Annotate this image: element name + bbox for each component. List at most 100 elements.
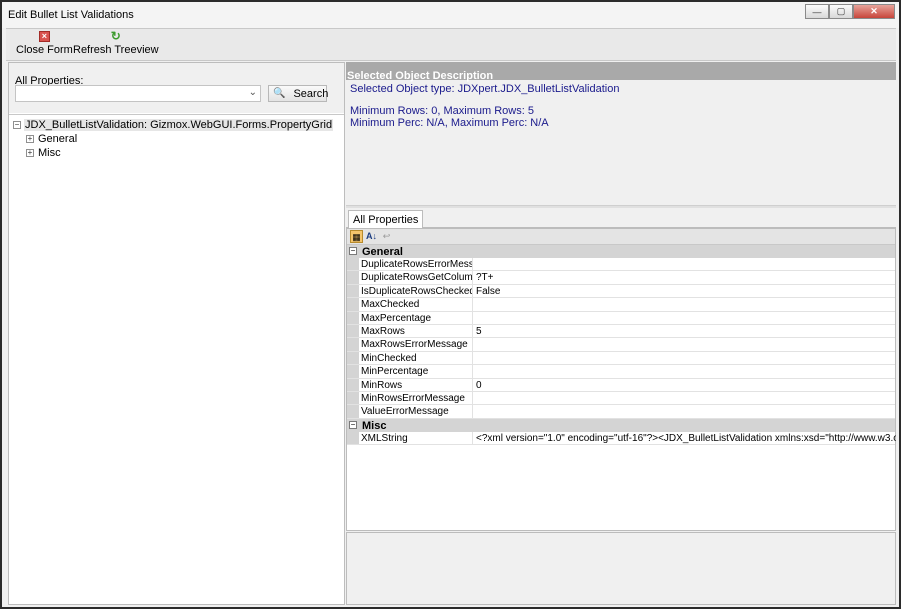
property-row[interactable]: MinRows 0 — [347, 378, 896, 392]
property-name[interactable]: MaxRows — [361, 326, 472, 337]
general-rows: DuplicateRowsErrorMessageDuplicateRowsGe… — [347, 258, 895, 419]
tab-strip: All Properties — [346, 208, 896, 229]
property-value[interactable]: <?xml version="1.0" encoding="utf-16"?><… — [472, 431, 896, 445]
property-help-pane — [346, 532, 896, 605]
tree-node-root[interactable]: − JDX_BulletListValidation: Gizmox.WebGU… — [9, 118, 344, 132]
tree-node-general[interactable]: + General — [9, 132, 344, 146]
category-label: General — [362, 246, 403, 258]
window-controls: — ▢ ✕ — [805, 4, 895, 19]
property-grid-toolbar: ▦ A↓ ↩ — [347, 229, 895, 245]
property-row[interactable]: MinPercentage — [347, 365, 896, 379]
property-value[interactable] — [472, 405, 896, 418]
property-name[interactable]: MinRows — [361, 380, 472, 391]
property-row[interactable]: MaxChecked — [347, 298, 896, 312]
description-body: Selected Object type: JDXpert.JDX_Bullet… — [350, 83, 619, 129]
category-misc[interactable]: − Misc — [347, 418, 895, 432]
property-value[interactable] — [472, 351, 896, 365]
row-gutter — [347, 431, 359, 445]
tree-node-root-label[interactable]: JDX_BulletListValidation: Gizmox.WebGUI.… — [24, 119, 334, 131]
category-general[interactable]: − General — [347, 245, 895, 258]
property-name[interactable]: DuplicateRowsErrorMessage — [361, 259, 472, 270]
property-grid: ▦ A↓ ↩ − General DuplicateRowsErrorMessa… — [346, 228, 896, 531]
search-area: All Properties: ⌄ 🔍 Search — [9, 63, 344, 113]
property-value[interactable] — [472, 298, 896, 311]
property-name[interactable]: XMLString — [361, 433, 472, 444]
property-value[interactable]: ?T+ — [472, 271, 896, 284]
search-button-label: Search — [293, 87, 329, 100]
refresh-icon: ↻ — [110, 29, 121, 43]
property-value[interactable] — [472, 338, 896, 351]
alphabetical-sort-icon[interactable]: A↓ — [365, 230, 378, 243]
object-type-line: Selected Object type: JDXpert.JDX_Bullet… — [350, 83, 620, 95]
property-row[interactable]: MaxPercentage — [347, 311, 896, 325]
row-gutter — [347, 338, 359, 351]
property-row[interactable]: ValueErrorMessage — [347, 405, 896, 419]
refresh-treeview-label: Refresh Treeview — [73, 44, 159, 56]
property-row[interactable]: MinChecked — [347, 351, 896, 366]
property-name[interactable]: MaxRowsErrorMessage — [361, 339, 472, 350]
close-form-icon: × — [38, 31, 50, 42]
all-properties-combobox[interactable]: ⌄ — [15, 85, 261, 102]
left-panel: All Properties: ⌄ 🔍 Search − JDX_BulletL… — [8, 62, 345, 605]
restore-button[interactable]: ▢ — [829, 4, 853, 19]
property-value[interactable] — [472, 258, 896, 271]
property-name[interactable]: IsDuplicateRowsChecked — [361, 286, 472, 297]
row-gutter — [347, 378, 359, 391]
tree-node-misc-label[interactable]: Misc — [38, 147, 61, 159]
category-label: Misc — [362, 419, 387, 432]
collapse-icon[interactable]: − — [349, 247, 357, 255]
property-row[interactable]: XMLString <?xml version="1.0" encoding="u… — [347, 431, 896, 446]
chevron-down-icon[interactable]: ⌄ — [249, 87, 257, 98]
property-value[interactable]: False — [472, 284, 896, 298]
misc-rows: XMLString <?xml version="1.0" encoding="u… — [347, 431, 896, 446]
row-gutter — [347, 391, 359, 405]
refresh-treeview-button[interactable]: ↻ Refresh Treeview — [73, 29, 159, 56]
row-gutter — [347, 365, 359, 378]
property-name[interactable]: MinChecked — [361, 353, 472, 364]
property-name[interactable]: ValueErrorMessage — [361, 406, 472, 417]
close-window-button[interactable]: ✕ — [853, 4, 895, 19]
tree-node-misc[interactable]: + Misc — [9, 146, 344, 160]
tab-all-properties[interactable]: All Properties — [348, 210, 424, 229]
property-row[interactable]: IsDuplicateRowsChecked False — [347, 284, 896, 299]
expand-icon[interactable]: + — [26, 135, 34, 143]
row-gutter — [347, 284, 359, 298]
collapse-icon[interactable]: − — [13, 121, 21, 129]
property-value[interactable] — [472, 365, 896, 378]
property-pages-icon[interactable]: ↩ — [380, 230, 393, 243]
property-value[interactable] — [472, 311, 896, 324]
row-gutter — [347, 311, 359, 324]
categorized-icon[interactable]: ▦ — [350, 230, 363, 243]
close-form-label: Close Form — [16, 44, 73, 56]
property-row[interactable]: DuplicateRowsGetColumnsTol?T+ — [347, 271, 896, 285]
property-name[interactable]: MinRowsErrorMessage — [361, 393, 472, 404]
expand-icon[interactable]: + — [26, 149, 34, 157]
rows-summary-line: Minimum Rows: 0, Maximum Rows: 5 — [350, 105, 534, 117]
property-name[interactable]: MaxChecked — [361, 299, 472, 310]
property-value[interactable]: 0 — [472, 378, 896, 391]
property-row[interactable]: DuplicateRowsErrorMessage — [347, 258, 896, 272]
title-bar: Edit Bullet List Validations — ▢ ✕ — [2, 2, 899, 28]
close-form-button[interactable]: × Close Form — [16, 31, 73, 56]
property-row[interactable]: MaxRowsErrorMessage — [347, 338, 896, 352]
object-treeview: − JDX_BulletListValidation: Gizmox.WebGU… — [9, 114, 344, 160]
row-gutter — [347, 324, 359, 338]
right-panel: Selected Object Description Selected Obj… — [346, 62, 896, 605]
minimize-button[interactable]: — — [805, 4, 829, 19]
property-value[interactable]: 5 — [472, 324, 896, 338]
perc-summary-line: Minimum Perc: N/A, Maximum Perc: N/A — [350, 117, 549, 129]
tree-node-general-label[interactable]: General — [38, 133, 77, 145]
row-gutter — [347, 298, 359, 311]
property-value[interactable] — [472, 391, 896, 405]
property-name[interactable]: MinPercentage — [361, 366, 472, 377]
property-name[interactable]: MaxPercentage — [361, 313, 472, 324]
property-row[interactable]: MaxRows 5 — [347, 324, 896, 339]
description-header: Selected Object Description — [346, 62, 896, 82]
property-name[interactable]: DuplicateRowsGetColumnsTol — [361, 272, 472, 283]
window-title: Edit Bullet List Validations — [8, 9, 134, 21]
toolbar: × Close Form ↻ Refresh Treeview — [6, 28, 896, 61]
collapse-icon[interactable]: − — [349, 420, 357, 429]
search-button[interactable]: 🔍 Search — [268, 85, 329, 102]
row-gutter — [347, 258, 359, 271]
property-row[interactable]: MinRowsErrorMessage — [347, 391, 896, 406]
